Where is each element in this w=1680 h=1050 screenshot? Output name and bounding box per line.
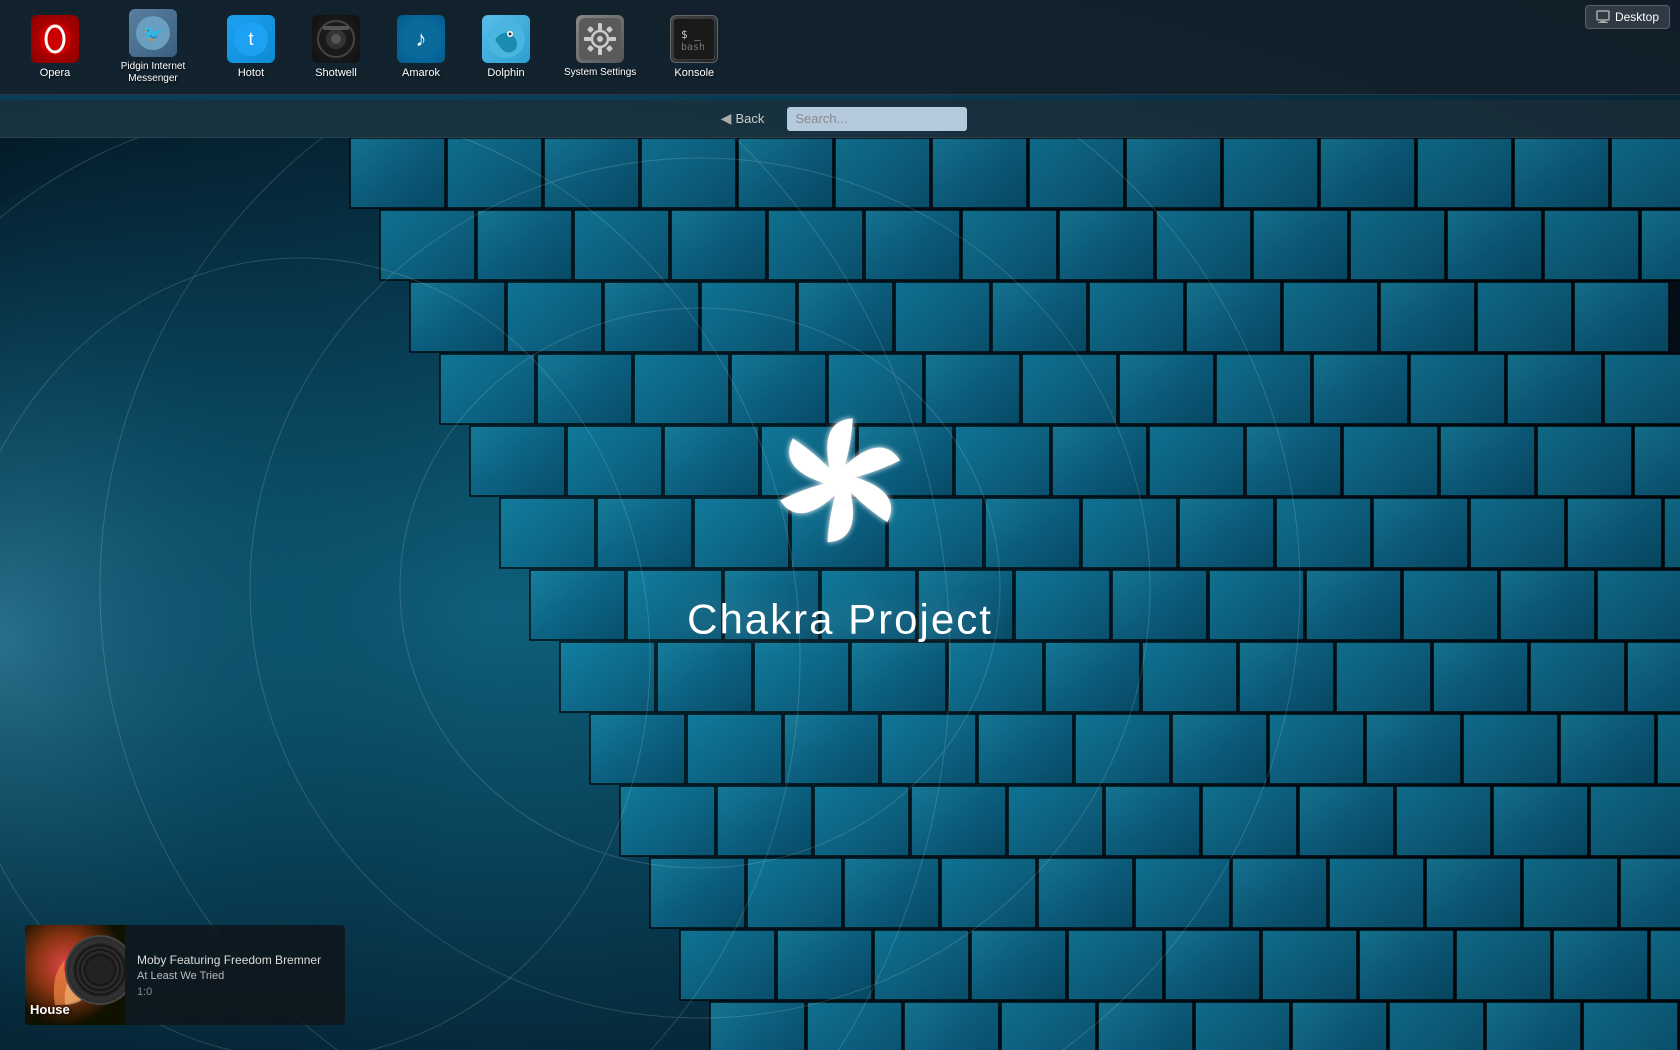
app-icon-shotwell[interactable]: Shotwell [301,10,371,84]
svg-text:bash: bash [681,42,705,53]
system-settings-icon [576,15,624,63]
music-artist: Moby Featuring Freedom Bremner [137,953,333,967]
desktop-button[interactable]: Desktop [1585,5,1670,29]
app-icon-pidgin[interactable]: 🐦 Pidgin Internet Messenger [105,4,201,90]
svg-text:$ _: $ _ [681,28,701,41]
back-arrow-icon: ◀ [721,110,732,127]
system-settings-label: System Settings [564,67,636,79]
desktop-button-icon [1596,10,1610,24]
chakra-title: Chakra Project [687,595,993,643]
album-label-text: House [30,1002,70,1017]
app-icon-amarok[interactable]: ♪ Amarok [386,10,456,84]
pidgin-icon: 🐦 [129,9,177,57]
app-icon-system-settings[interactable]: System Settings [556,10,644,84]
pidgin-label: Pidgin Internet Messenger [113,61,193,85]
konsole-icon: $ _ bash [670,15,718,63]
opera-icon [31,15,79,63]
top-panel: Opera 🐦 Pidgin Internet Messenger t Hoto… [0,0,1680,95]
pidgin-svg: 🐦 [133,13,173,53]
konsole-label: Konsole [674,67,714,79]
hotot-icon: t [227,15,275,63]
dolphin-label: Dolphin [487,67,524,79]
shotwell-icon [312,15,360,63]
konsole-svg: $ _ bash [673,18,715,60]
app-icon-dolphin[interactable]: Dolphin [471,10,541,84]
dolphin-icon [482,15,530,63]
back-button-label: Back [735,111,764,126]
search-input[interactable] [787,107,967,131]
amarok-icon: ♪ [397,15,445,63]
shotwell-svg [315,18,357,60]
desktop-button-label: Desktop [1615,10,1659,24]
svg-text:♪: ♪ [416,26,427,51]
back-button[interactable]: ◀ Back [713,107,773,130]
desktop: Opera 🐦 Pidgin Internet Messenger t Hoto… [0,0,1680,1050]
dolphin-svg [485,18,527,60]
music-time: 1:0 [137,986,333,998]
hotot-label: Hotot [238,67,264,79]
album-art: House [25,925,125,1025]
amarok-svg: ♪ [400,18,442,60]
music-player-widget: House Moby Featuring Freedom Bremner At … [25,925,345,1025]
hotot-svg: t [231,19,271,59]
app-icon-hotot[interactable]: t Hotot [216,10,286,84]
system-settings-svg [579,18,621,60]
svg-text:t: t [248,29,253,49]
shotwell-label: Shotwell [315,67,357,79]
app-icon-opera[interactable]: Opera [20,10,90,84]
chakra-logo: Chakra Project [687,380,993,643]
opera-label: Opera [40,67,71,79]
music-title: At Least We Tried [137,970,333,982]
album-art-inner: House [25,925,125,1025]
search-bar: ◀ Back [0,100,1680,138]
amarok-label: Amarok [402,67,440,79]
music-info: Moby Featuring Freedom Bremner At Least … [125,943,345,1008]
app-icon-konsole[interactable]: $ _ bash Konsole [659,10,729,84]
opera-svg [37,21,73,57]
chakra-symbol [740,380,940,580]
svg-text:🐦: 🐦 [143,26,163,43]
album-label: House [30,1002,70,1017]
